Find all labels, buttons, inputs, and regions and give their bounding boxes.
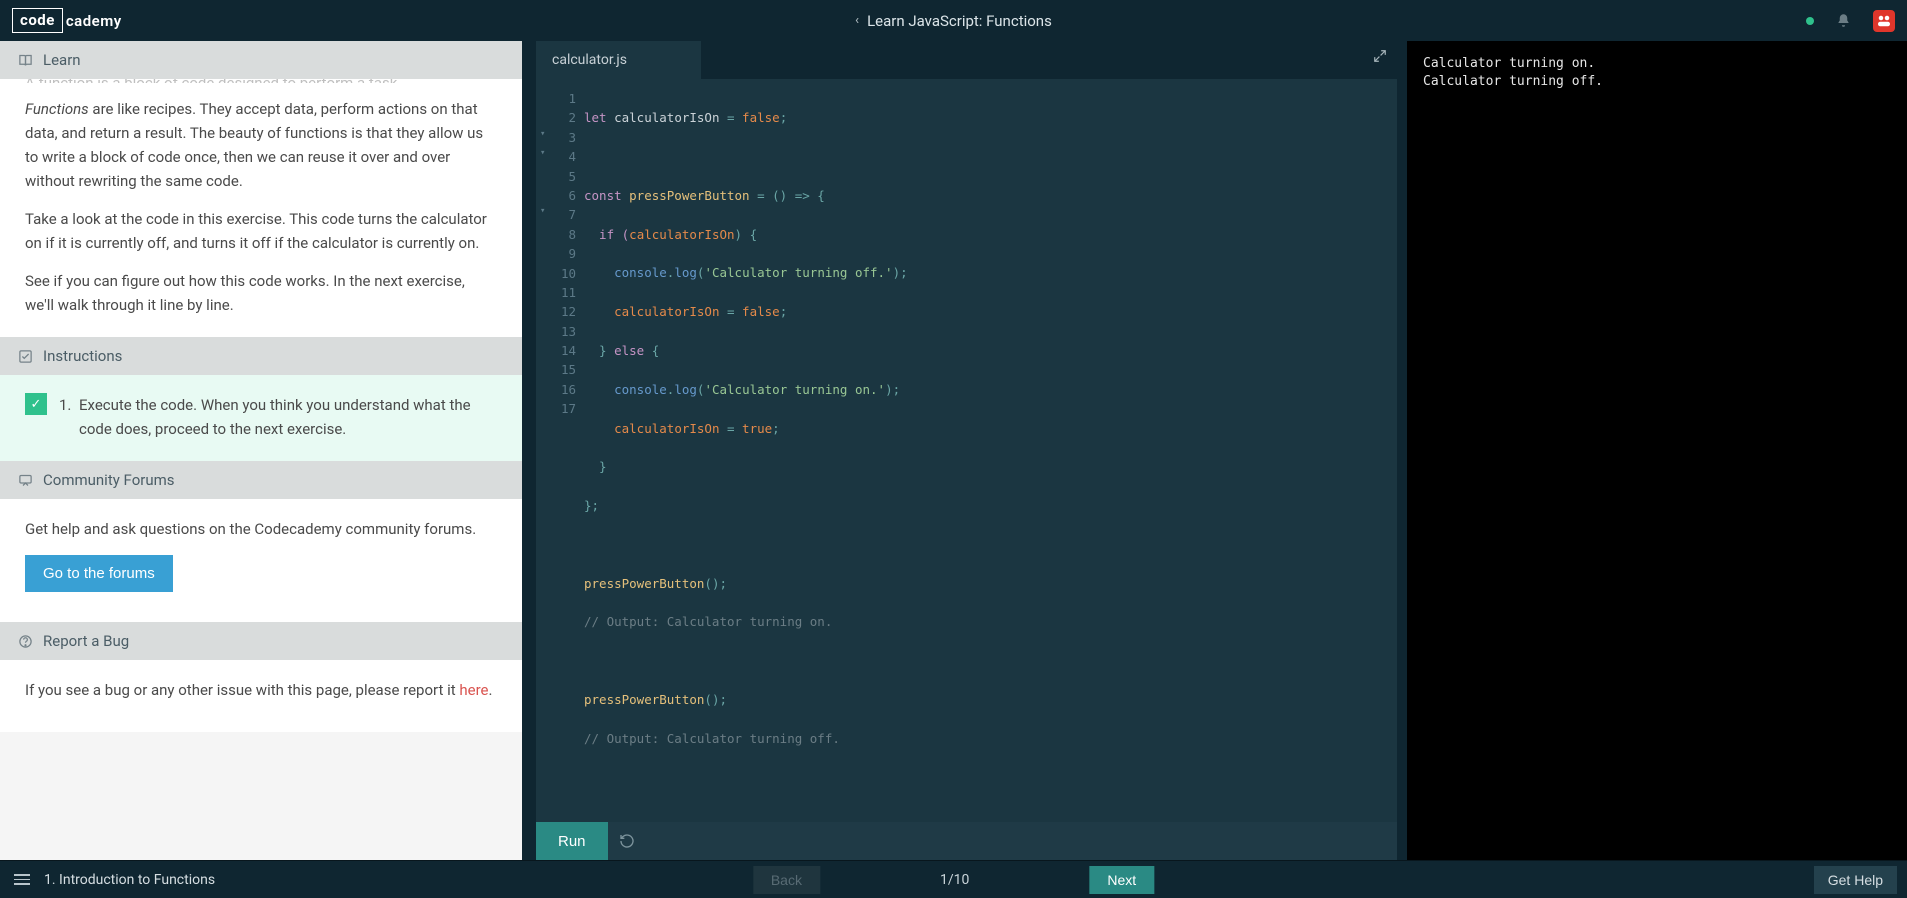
run-button[interactable]: Run (536, 822, 608, 860)
line-number: 2 (536, 108, 576, 127)
line-number: 16 (536, 380, 576, 399)
editor-panel: calculator.js 1 2 3 4 5 6 7 8 9 10 (536, 41, 1397, 860)
logo-right: cademy (66, 12, 122, 30)
narrative-p1-em: Functions (25, 100, 89, 118)
gutter: 1 2 3 4 5 6 7 8 9 10 11 12 13 14 15 16 1 (536, 89, 584, 822)
community-text: Get help and ask questions on the Codeca… (25, 517, 497, 541)
narrative-p1-rest: are like recipes. They accept data, perf… (25, 100, 483, 190)
instructions-header: Instructions (0, 337, 522, 375)
bug-title: Report a Bug (43, 632, 129, 650)
logo-left: code (12, 8, 63, 33)
narrative-p1: Functions are like recipes. They accept … (25, 97, 497, 193)
run-bar: Run (536, 822, 1397, 860)
line-number: 4 (536, 147, 576, 166)
instruction-item: 1. Execute the code. When you think you … (59, 393, 497, 441)
line-number: 14 (536, 341, 576, 360)
line-number: 17 (536, 399, 576, 418)
topbar-right (1806, 10, 1895, 32)
community-title: Community Forums (43, 471, 175, 489)
bug-text-suffix: . (488, 681, 492, 699)
syllabus-menu-icon[interactable] (14, 874, 30, 885)
learn-scroll[interactable]: A function is a block of code designed t… (0, 79, 522, 860)
tab-label: calculator.js (552, 52, 627, 68)
next-button[interactable]: Next (1089, 866, 1154, 894)
line-number: 1 (536, 89, 576, 108)
instruction-text: Execute the code. When you think you und… (79, 393, 497, 441)
bug-text-prefix: If you see a bug or any other issue with… (25, 681, 459, 699)
line-number: 8 (536, 225, 576, 244)
go-to-forums-button[interactable]: Go to the forums (25, 555, 173, 592)
line-number: 15 (536, 360, 576, 379)
terminal-line: Calculator turning off. (1423, 74, 1603, 89)
report-bug-link[interactable]: here (459, 681, 488, 699)
get-help-button[interactable]: Get Help (1814, 866, 1897, 894)
course-breadcrumb[interactable]: ‹ Learn JavaScript: Functions (855, 12, 1052, 30)
community-header: Community Forums (0, 461, 522, 499)
checkmark-icon: ✓ (25, 393, 47, 415)
line-number: 11 (536, 283, 576, 302)
code-editor[interactable]: 1 2 3 4 5 6 7 8 9 10 11 12 13 14 15 16 1 (536, 79, 1397, 822)
editor-tabbar: calculator.js (536, 41, 1397, 79)
line-number: 12 (536, 302, 576, 321)
logo[interactable]: code cademy (12, 8, 122, 33)
instruction-number: 1. (59, 393, 71, 441)
community-body: Get help and ask questions on the Codeca… (0, 499, 522, 622)
panel-resizer-left[interactable] (522, 41, 536, 860)
learn-header: Learn (0, 41, 522, 79)
line-number: 10 (536, 264, 576, 283)
course-title: Learn JavaScript: Functions (867, 12, 1052, 30)
reset-icon[interactable] (608, 822, 646, 860)
terminal-line: Calculator turning on. (1423, 56, 1595, 71)
code-body[interactable]: let calculatorIsOn = false; const pressP… (584, 89, 1397, 822)
book-icon (18, 53, 33, 68)
forum-icon (18, 473, 33, 488)
line-number: 7 (536, 205, 576, 224)
narrative-cutoff: A function is a block of code designed t… (25, 79, 497, 83)
instructions-body: ✓ 1. Execute the code. When you think yo… (0, 375, 522, 461)
instructions-title: Instructions (43, 347, 122, 365)
back-button[interactable]: Back (753, 866, 820, 894)
nav-cluster: Back 1/10 Next (753, 866, 1154, 894)
help-icon (18, 634, 33, 649)
progress-indicator: 1/10 (940, 872, 969, 888)
workspace: Learn A function is a block of code desi… (0, 41, 1907, 860)
panel-resizer-right[interactable] (1397, 41, 1407, 860)
checkbox-icon (18, 349, 33, 364)
narrative-p3: See if you can figure out how this code … (25, 269, 497, 317)
editor-tab-calculator[interactable]: calculator.js (536, 41, 702, 79)
connection-status-icon (1806, 17, 1814, 25)
lesson-title: 1. Introduction to Functions (44, 872, 215, 888)
bug-body: If you see a bug or any other issue with… (0, 660, 522, 732)
learn-panel: Learn A function is a block of code desi… (0, 41, 522, 860)
learn-label: Learn (43, 51, 81, 69)
line-number: 5 (536, 167, 576, 186)
line-number: 9 (536, 244, 576, 263)
chevron-left-icon: ‹ (855, 13, 859, 28)
terminal-panel: Calculator turning on. Calculator turnin… (1407, 41, 1907, 860)
user-avatar[interactable] (1873, 10, 1895, 32)
narrative-body: A function is a block of code designed t… (0, 79, 522, 337)
line-number: 6 (536, 186, 576, 205)
narrative-p2: Take a look at the code in this exercise… (25, 207, 497, 255)
line-number: 13 (536, 322, 576, 341)
line-number: 3 (536, 128, 576, 147)
terminal-output[interactable]: Calculator turning on. Calculator turnin… (1407, 41, 1907, 860)
notifications-icon[interactable] (1836, 13, 1851, 28)
top-bar: code cademy ‹ Learn JavaScript: Function… (0, 0, 1907, 41)
bottom-bar: 1. Introduction to Functions Back 1/10 N… (0, 860, 1907, 898)
expand-icon[interactable] (1373, 49, 1387, 63)
bug-header: Report a Bug (0, 622, 522, 660)
